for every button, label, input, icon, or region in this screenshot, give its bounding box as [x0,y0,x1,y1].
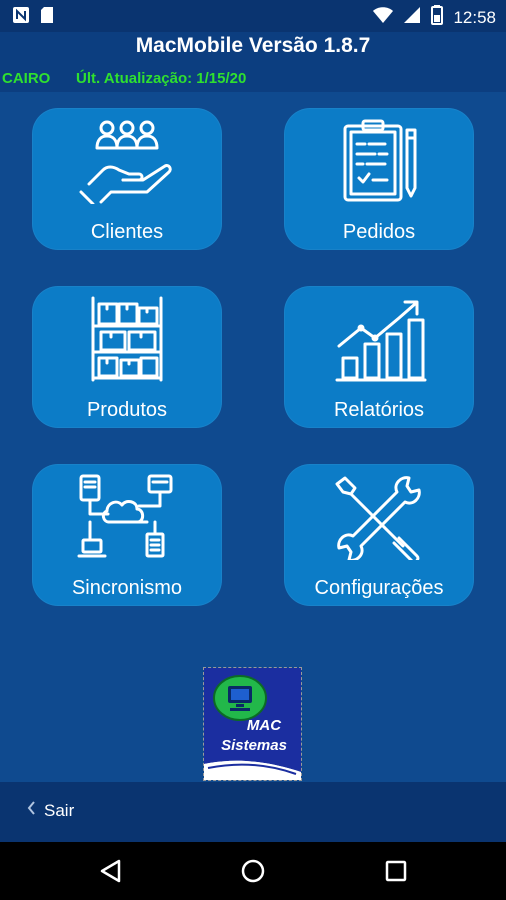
tools-wrench-screwdriver-icon [335,476,421,560]
mac-sistemas-logo: MAC Sistemas [203,667,302,781]
produtos-label: Produtos [86,399,168,421]
main-menu: Clientes Pedidos Produtos Relatórios Sin… [0,92,506,782]
produtos-button[interactable]: Produtos [32,286,222,428]
bottom-bar: Sair [0,782,506,842]
clientes-label: Clientes [90,221,164,243]
network-cloud-sync-icon [77,474,173,558]
sair-button[interactable]: Sair [26,800,74,821]
signal-icon [403,6,421,29]
svg-text:Sistemas: Sistemas [221,737,287,754]
clientes-button[interactable]: Clientes [32,108,222,250]
nav-home-button[interactable] [235,853,271,889]
sd-card-icon [40,6,54,29]
system-nav-bar [0,842,506,900]
configuracoes-label: Configurações [314,577,444,599]
chevron-left-icon [26,800,36,821]
home-circle-icon [241,859,265,883]
configuracoes-button[interactable]: Configurações [284,464,474,606]
back-triangle-icon [100,859,121,883]
recents-square-icon [385,860,407,882]
notification-n-icon [12,6,30,29]
page-title: MacMobile Versão 1.8.7 [135,34,371,57]
bar-chart-growth-icon [335,300,427,382]
status-bar: 12:58 [0,0,506,32]
last-update-label: Últ. Atualização: 1/15/20 [76,70,247,87]
clipboard-order-icon [343,119,417,202]
customers-hand-icon [79,120,172,204]
sincronismo-label: Sincronismo [71,577,183,599]
sair-label: Sair [44,800,75,820]
pedidos-label: Pedidos [342,221,416,243]
svg-text:MAC: MAC [247,717,282,734]
nav-back-button[interactable] [93,853,129,889]
battery-icon [431,5,444,30]
info-row: CAIRO Últ. Atualização: 1/15/20 [0,70,506,90]
branch-label: CAIRO [2,70,51,87]
shelf-boxes-icon [91,296,163,382]
wifi-icon [373,6,394,29]
app-header: MacMobile Versão 1.8.7 CAIRO Últ. Atuali… [0,32,506,92]
sincronismo-button[interactable]: Sincronismo [32,464,222,606]
pedidos-button[interactable]: Pedidos [284,108,474,250]
clock: 12:58 [453,7,496,27]
relatorios-button[interactable]: Relatórios [284,286,474,428]
relatorios-label: Relatórios [333,399,425,421]
nav-recents-button[interactable] [378,853,414,889]
